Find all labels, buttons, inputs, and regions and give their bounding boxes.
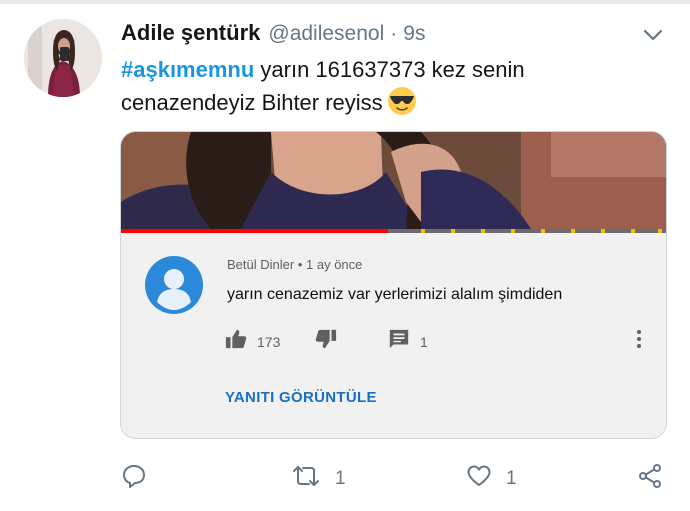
like-count: 173 xyxy=(257,333,281,350)
comment-text: yarın cenazemiz var yerlerimizi alalım ş… xyxy=(227,286,563,303)
like-count: 1 xyxy=(506,467,517,489)
share-icon xyxy=(637,463,663,494)
reply-count: 1 xyxy=(420,333,428,350)
view-replies-link: YANITI GÖRÜNTÜLE xyxy=(225,389,377,406)
comment-like: 173 xyxy=(225,328,280,355)
more-vertical-icon xyxy=(633,328,645,350)
display-name[interactable]: Adile şentürk xyxy=(121,20,260,46)
thumbs-down-icon xyxy=(315,328,337,355)
avatar[interactable] xyxy=(24,19,102,97)
reply-button[interactable] xyxy=(121,463,147,494)
retweet-count: 1 xyxy=(335,467,346,489)
retweet-button[interactable]: 1 xyxy=(291,463,346,494)
comment-avatar-icon xyxy=(145,256,203,314)
tweet-actions: 1 1 xyxy=(0,455,690,499)
comment-age: 1 ay önce xyxy=(306,257,363,272)
user-handle[interactable]: @adilesenol xyxy=(268,22,384,46)
tweet: Adile şentürk @adilesenol · 9s #aşkımemn… xyxy=(0,0,690,511)
thumbs-up-icon xyxy=(225,328,247,355)
video-progress-segments xyxy=(421,229,662,233)
hashtag-link[interactable]: #aşkımemnu xyxy=(121,57,254,82)
heart-icon xyxy=(466,463,492,494)
embedded-image-card[interactable]: Betül Dinler • 1 ay önce yarın cenazemiz… xyxy=(120,131,667,439)
divider xyxy=(0,0,690,4)
retweet-icon xyxy=(291,463,321,494)
sunglasses-emoji-icon xyxy=(387,86,417,116)
separator-dot: · xyxy=(390,22,398,45)
comment-author: Betül Dinler xyxy=(227,257,295,272)
comment-bubble-icon xyxy=(388,328,410,355)
reply-icon xyxy=(121,463,147,494)
timestamp[interactable]: 9s xyxy=(403,22,425,46)
share-button[interactable] xyxy=(637,463,663,494)
comment-replies: 1 xyxy=(388,328,428,355)
chevron-down-icon[interactable] xyxy=(640,25,666,45)
like-button[interactable]: 1 xyxy=(466,463,517,494)
meta-separator: • xyxy=(297,257,303,272)
comment-dislike xyxy=(315,328,337,355)
tweet-header: Adile şentürk @adilesenol · 9s xyxy=(121,20,425,50)
video-thumbnail xyxy=(121,132,666,229)
profile-photo xyxy=(24,19,102,97)
comment-meta: Betül Dinler • 1 ay önce xyxy=(227,257,362,272)
comment-actions: 173 1 xyxy=(225,328,655,352)
tweet-text: #aşkımemnu yarın 161637373 kez senin cen… xyxy=(121,54,561,119)
